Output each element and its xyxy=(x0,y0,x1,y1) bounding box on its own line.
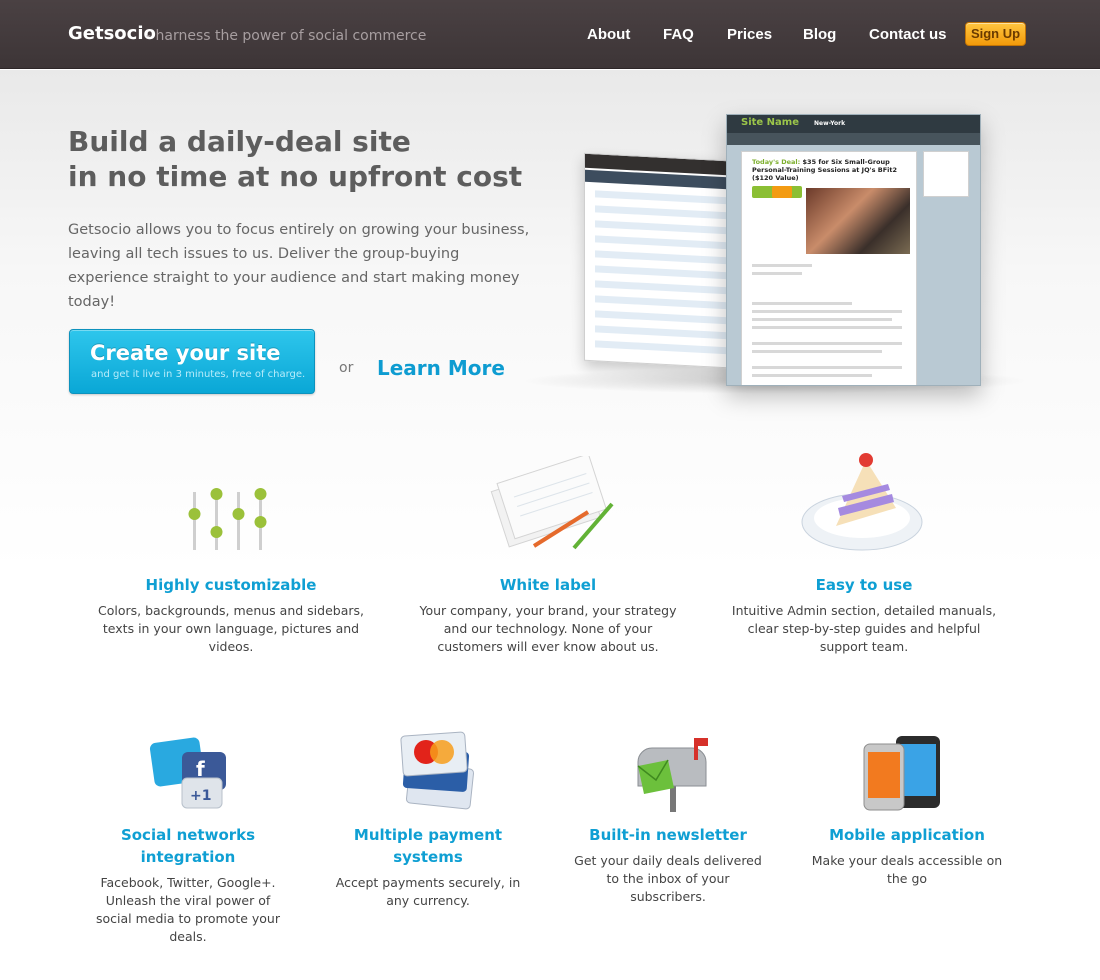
svg-text:+1: +1 xyxy=(190,788,211,804)
hero-title-line-2: in no time at no upfront cost xyxy=(68,160,523,193)
top-navigation-bar: Getsocio - harness the power of social c… xyxy=(0,0,1100,69)
create-site-label: Create your site xyxy=(90,341,281,365)
feature-description: Intuitive Admin section, detailed manual… xyxy=(731,603,997,654)
hero-title-line-1: Build a daily-deal site xyxy=(68,125,411,158)
feature-title: Highly customizable xyxy=(145,576,317,594)
sliders-icon xyxy=(188,488,267,550)
feature-highly-customizable: Highly customizable Colors, backgrounds,… xyxy=(96,574,366,656)
credit-cards-icon xyxy=(400,731,475,810)
nav-link-about[interactable]: About xyxy=(587,26,630,43)
mock-site-name: Site Name xyxy=(741,117,799,128)
nav-link-faq[interactable]: FAQ xyxy=(663,26,694,43)
mock-deal-photo xyxy=(806,188,910,254)
hero-title: Build a daily-deal site in no time at no… xyxy=(68,124,548,194)
feature-description: Your company, your brand, your strategy … xyxy=(419,603,677,654)
main-nav: About FAQ Prices Blog Contact us xyxy=(0,26,1100,46)
learn-more-link[interactable]: Learn More xyxy=(377,356,505,380)
mailbox-icon xyxy=(637,738,708,812)
feature-description: Accept payments securely, in any currenc… xyxy=(335,875,521,908)
svg-text:f: f xyxy=(196,757,205,781)
feature-description: Get your daily deals delivered to the in… xyxy=(574,853,762,904)
nav-link-contact[interactable]: Contact us xyxy=(869,26,947,43)
or-separator: or xyxy=(339,360,354,376)
nav-link-prices[interactable]: Prices xyxy=(727,26,772,43)
notecards-pencils-icon xyxy=(490,456,614,550)
sign-up-button[interactable]: Sign Up xyxy=(965,22,1026,46)
feature-title: Built-in newsletter xyxy=(589,826,747,844)
feature-description: Colors, backgrounds, menus and sidebars,… xyxy=(97,603,364,654)
create-site-sublabel: and get it live in 3 minutes, free of ch… xyxy=(91,369,306,380)
feature-title: White label xyxy=(499,576,597,594)
mobile-phones-icon xyxy=(863,736,940,811)
feature-title: Mobile application xyxy=(829,826,985,844)
feature-title: Multiple payment systems xyxy=(353,826,503,866)
create-site-button[interactable]: Create your site and get it live in 3 mi… xyxy=(69,329,315,394)
nav-link-blog[interactable]: Blog xyxy=(803,26,836,43)
feature-multiple-payment: Multiple payment systems Accept payments… xyxy=(334,824,522,910)
social-networks-icon: +1 f xyxy=(149,737,226,809)
feature-easy-to-use: Easy to use Intuitive Admin section, det… xyxy=(730,574,998,656)
feature-title: Easy to use xyxy=(815,576,913,594)
feature-description: Facebook, Twitter, Google+. Unleash the … xyxy=(96,875,280,944)
mock-city: New-York xyxy=(814,120,846,127)
feature-mobile-application: Mobile application Make your deals acces… xyxy=(808,824,1006,888)
cake-slice-icon xyxy=(801,453,923,551)
feature-built-in-newsletter: Built-in newsletter Get your daily deals… xyxy=(570,824,766,906)
hero-description: Getsocio allows you to focus entirely on… xyxy=(68,222,530,310)
feature-description: Make your deals accessible on the go xyxy=(811,853,1003,886)
mock-deal-page: Today's Deal: $35 for Six Small-Group Pe… xyxy=(741,151,917,385)
feature-social-networks: Social networks integration Facebook, Tw… xyxy=(90,824,286,946)
feature-title: Social networks integration xyxy=(120,826,256,866)
mock-deal-title: Today's Deal: $35 for Six Small-Group Pe… xyxy=(752,158,897,182)
deal-site-screenshot: Site Name New-York Today's Deal: $35 for… xyxy=(726,114,981,386)
feature-white-label: White label Your company, your brand, yo… xyxy=(414,574,682,656)
